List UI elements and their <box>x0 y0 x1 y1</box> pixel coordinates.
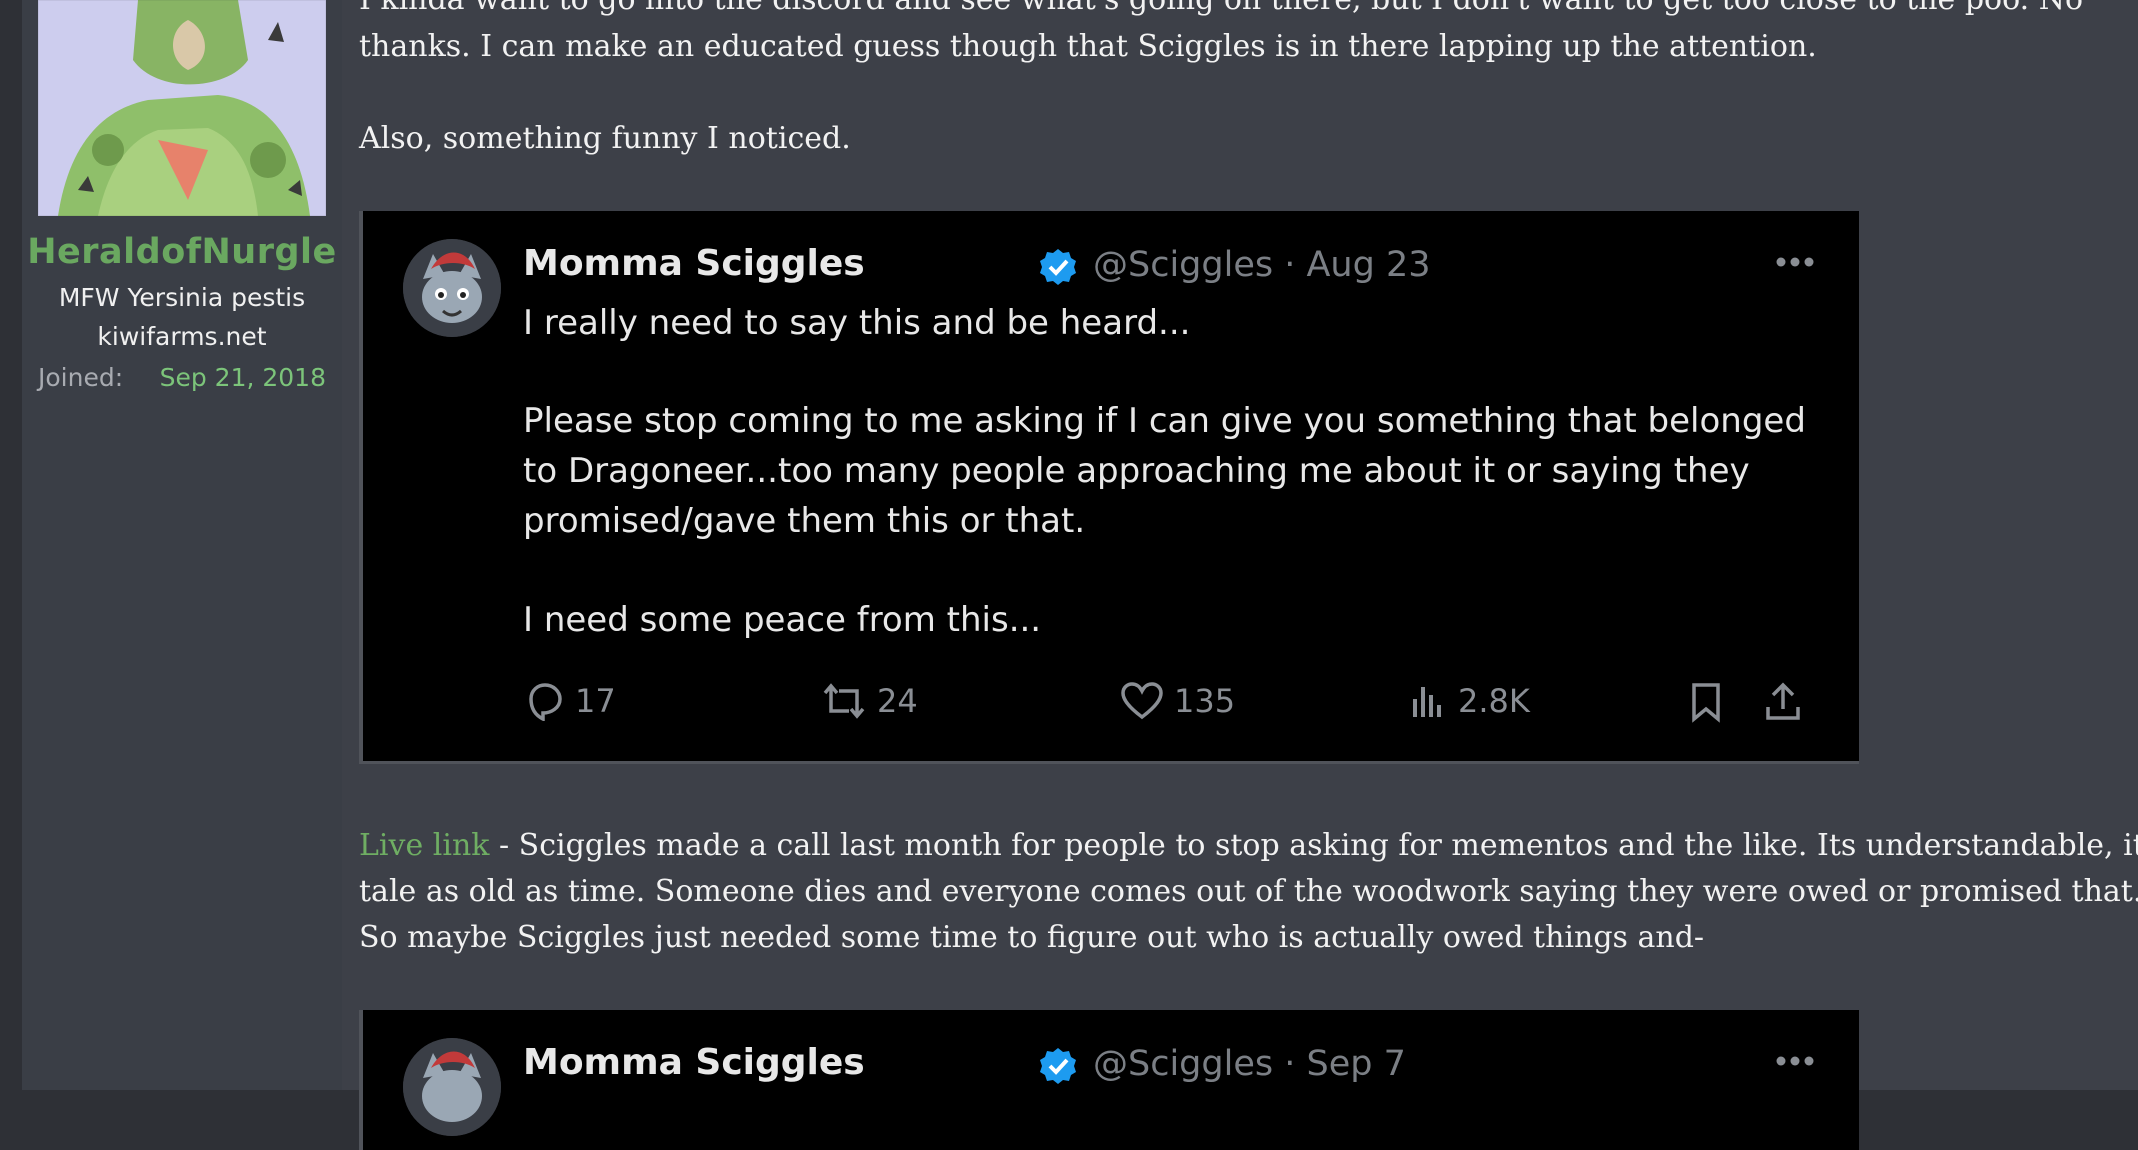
post-text-line: Live link - Sciggles made a call last mo… <box>359 828 2138 863</box>
retweet-count: 24 <box>877 682 918 720</box>
reply-count: 17 <box>575 682 616 720</box>
username[interactable]: HeraldofNurgle <box>22 232 342 272</box>
tweet-text-line: to Dragoneer...too many people approachi… <box>523 451 1750 491</box>
tweet-author-name: Momma Sciggles <box>523 243 865 284</box>
user-info-panel: HeraldofNurgle MFW Yersinia pestis kiwif… <box>22 0 342 1090</box>
embedded-tweet-image[interactable]: Momma Sciggles @Sciggles · Sep 7 <box>359 1010 1859 1150</box>
tweet-text-line: I need some peace from this... <box>523 600 1042 640</box>
more-icon <box>1776 1056 1814 1066</box>
user-title: MFW Yersinia pestis <box>58 283 306 312</box>
retweet-icon <box>823 683 865 719</box>
tweet-handle-date: @Sciggles · Aug 23 <box>1093 245 1431 285</box>
views-stat: 2.8K <box>1408 681 1530 721</box>
share-icon <box>1766 682 1800 720</box>
like-stat: 135 <box>1120 681 1235 721</box>
post-body: I kinda want to go into the discord and … <box>342 0 2138 1150</box>
tweet-text-line: I really need to say this and be heard..… <box>523 303 1191 343</box>
reply-stat: 17 <box>523 681 616 721</box>
views-count: 2.8K <box>1458 682 1530 720</box>
more-icon <box>1776 257 1814 267</box>
post-text-line: So maybe Sciggles just needed some time … <box>359 920 1705 955</box>
post-text-line: Also, something funny I noticed. <box>359 121 851 156</box>
page-left-strip <box>0 0 22 1090</box>
post-text-line: thanks. I can make an educated guess tho… <box>359 29 1817 64</box>
live-link[interactable]: Live link <box>359 828 489 863</box>
post-text-line: tale as old as time. Someone dies and ev… <box>359 874 2138 909</box>
retweet-stat: 24 <box>821 681 918 721</box>
tweet-avatar <box>403 1038 501 1136</box>
post-text-line: I kinda want to go into the discord and … <box>359 0 2083 17</box>
verified-icon <box>1040 1048 1076 1084</box>
tweet-text-line: Please stop coming to me asking if I can… <box>523 401 1806 441</box>
verified-icon <box>1040 249 1076 285</box>
embedded-tweet-image[interactable]: Momma Sciggles @Sciggles · Aug 23 I real… <box>359 211 1859 764</box>
reply-icon <box>529 683 562 721</box>
joined-date: Sep 21, 2018 <box>159 363 326 392</box>
joined-label: Joined: <box>38 363 124 392</box>
tweet-avatar <box>403 239 501 337</box>
bookmark-icon <box>1692 683 1720 723</box>
user-avatar[interactable] <box>38 0 326 216</box>
tweet-author-name: Momma Sciggles <box>523 1042 865 1083</box>
like-count: 135 <box>1174 682 1236 720</box>
views-icon <box>1413 687 1441 717</box>
tweet-text-line: promised/gave them this or that. <box>523 501 1086 541</box>
tweet-handle-date: @Sciggles · Sep 7 <box>1093 1044 1406 1084</box>
post-text-fragment: - Sciggles made a call last month for pe… <box>489 828 2138 863</box>
user-site: kiwifarms.net <box>97 322 267 351</box>
like-icon <box>1121 682 1163 720</box>
